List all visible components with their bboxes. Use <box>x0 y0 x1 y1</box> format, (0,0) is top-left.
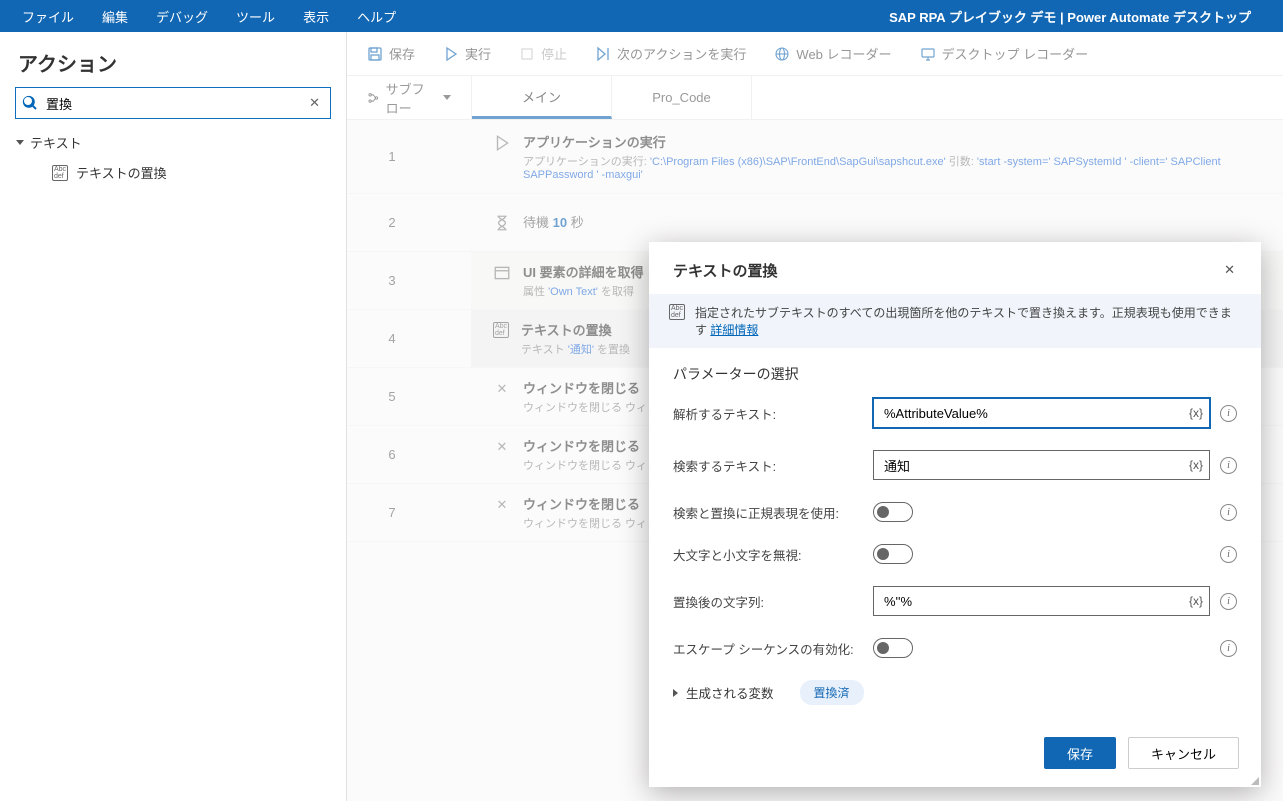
info-icon[interactable]: i <box>1220 504 1237 521</box>
use-regex-label: 検索と置換に正規表現を使用: <box>673 503 873 522</box>
search-text-field[interactable] <box>882 457 1181 474</box>
replace-text-icon: Abcdef <box>52 165 68 181</box>
chevron-down-icon <box>16 140 24 145</box>
chevron-right-icon <box>673 689 678 697</box>
replace-with-label: 置換後の文字列: <box>673 592 873 611</box>
action-properties-dialog: テキストの置換 ✕ Abcdef 指定されたサブテキストのすべての出現箇所を他の… <box>649 242 1261 787</box>
generated-variables-label: 生成される変数 <box>686 683 774 702</box>
info-icon[interactable]: i <box>1220 640 1237 657</box>
info-icon[interactable]: i <box>1220 405 1237 422</box>
search-text-label: 検索するテキスト: <box>673 456 873 475</box>
parse-text-field[interactable] <box>882 405 1181 422</box>
replace-with-input[interactable]: {x} <box>873 586 1210 616</box>
info-icon[interactable]: i <box>1220 457 1237 474</box>
variable-chip[interactable]: 置換済 <box>800 680 864 705</box>
actions-search-input[interactable] <box>44 88 305 118</box>
replace-with-field[interactable] <box>882 593 1181 610</box>
search-icon <box>22 95 38 111</box>
tree-group-label: テキスト <box>30 133 82 152</box>
menu-tools[interactable]: ツール <box>222 3 289 30</box>
menu-view[interactable]: 表示 <box>289 3 343 30</box>
clear-icon[interactable]: ✕ <box>305 93 324 113</box>
save-button[interactable]: 保存 <box>1044 737 1116 769</box>
actions-panel: アクション ✕ テキスト Abcdef テキストの置換 <box>0 32 347 801</box>
info-icon[interactable]: i <box>1220 546 1237 563</box>
parameters-section-title: パラメーターの選択 <box>673 364 1237 384</box>
ignore-case-toggle[interactable] <box>873 544 913 564</box>
menu-edit[interactable]: 編集 <box>88 3 142 30</box>
window-title: SAP RPA プレイブック デモ | Power Automate デスクトッ… <box>889 7 1275 26</box>
dialog-info-text: 指定されたサブテキストのすべての出現箇所を他のテキストで置き換えます。正規表現も… <box>695 306 1232 337</box>
escape-sequences-label: エスケープ シーケンスの有効化: <box>673 639 873 658</box>
menu-help[interactable]: ヘルプ <box>343 3 410 30</box>
title-bar: ファイル 編集 デバッグ ツール 表示 ヘルプ SAP RPA プレイブック デ… <box>0 0 1283 32</box>
use-regex-toggle[interactable] <box>873 502 913 522</box>
variable-picker-icon[interactable]: {x} <box>1189 406 1203 420</box>
parse-text-input[interactable]: {x} <box>873 398 1210 428</box>
menu-file[interactable]: ファイル <box>8 3 88 30</box>
search-text-input[interactable]: {x} <box>873 450 1210 480</box>
designer-panel: 保存 実行 停止 次のアクションを実行 Web レコーダー デスクトップ レコー… <box>347 32 1283 801</box>
close-button[interactable]: ✕ <box>1220 258 1239 282</box>
variable-picker-icon[interactable]: {x} <box>1189 594 1203 608</box>
tree-item-replace-text[interactable]: Abcdef テキストの置換 <box>0 158 346 187</box>
menu-debug[interactable]: デバッグ <box>142 3 222 30</box>
dialog-title: テキストの置換 <box>673 260 778 281</box>
info-icon[interactable]: i <box>1220 593 1237 610</box>
tree-item-label: テキストの置換 <box>76 163 167 182</box>
resize-grip[interactable] <box>1247 773 1259 785</box>
replace-text-icon: Abcdef <box>669 304 685 320</box>
actions-header: アクション <box>0 32 346 87</box>
tree-group-text[interactable]: テキスト <box>0 127 346 158</box>
escape-sequences-toggle[interactable] <box>873 638 913 658</box>
actions-search[interactable]: ✕ <box>15 87 331 119</box>
more-info-link[interactable]: 詳細情報 <box>710 323 758 337</box>
parse-text-label: 解析するテキスト: <box>673 404 873 423</box>
variable-picker-icon[interactable]: {x} <box>1189 458 1203 472</box>
dialog-description: Abcdef 指定されたサブテキストのすべての出現箇所を他のテキストで置き換えま… <box>649 294 1261 348</box>
cancel-button[interactable]: キャンセル <box>1128 737 1239 769</box>
generated-variables-section[interactable]: 生成される変数 置換済 <box>673 680 1237 705</box>
ignore-case-label: 大文字と小文字を無視: <box>673 545 873 564</box>
